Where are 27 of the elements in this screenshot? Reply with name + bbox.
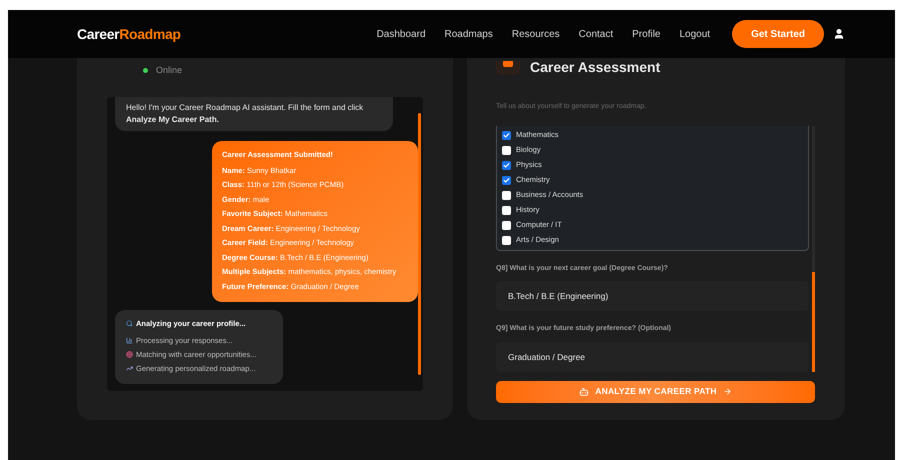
target-icon [126,351,133,358]
status-text: Online [156,64,182,77]
logo[interactable]: CareerRoadmap [77,24,181,44]
nav-link[interactable]: Profile [632,26,660,42]
answer-field[interactable]: Graduation / Degree [496,342,809,372]
subject-checkbox[interactable] [502,130,511,140]
chart-icon [126,337,133,344]
nav-link[interactable]: Contact [578,26,614,42]
nav-link[interactable]: Resources [512,26,560,42]
subject-checkbox[interactable] [502,190,511,200]
user-icon[interactable] [833,28,845,40]
subject-checkbox[interactable] [502,236,511,244]
search-icon [126,320,133,328]
subject-checkbox[interactable] [502,146,511,154]
subject-checkbox[interactable] [502,176,511,184]
nav-link[interactable]: Roadmaps [444,26,493,42]
subject-checkbox[interactable] [502,206,511,214]
subject-checkbox[interactable] [502,220,511,230]
robot-icon [579,386,590,396]
subject-checkbox[interactable] [502,160,511,170]
trend-icon [126,365,133,372]
form-title: Career Assessment [530,58,660,77]
answer-field[interactable]: B.Tech / B.E (Engineering) [496,281,809,311]
arrow-icon [722,387,732,396]
nav-link[interactable]: Logout [680,26,710,42]
nav-link[interactable]: Dashboard [376,26,426,42]
assistant-message: Hello! I'm your Career Roadmap AI assistant. Fill the form and click Analyze My Career Path. [115,96,393,130]
